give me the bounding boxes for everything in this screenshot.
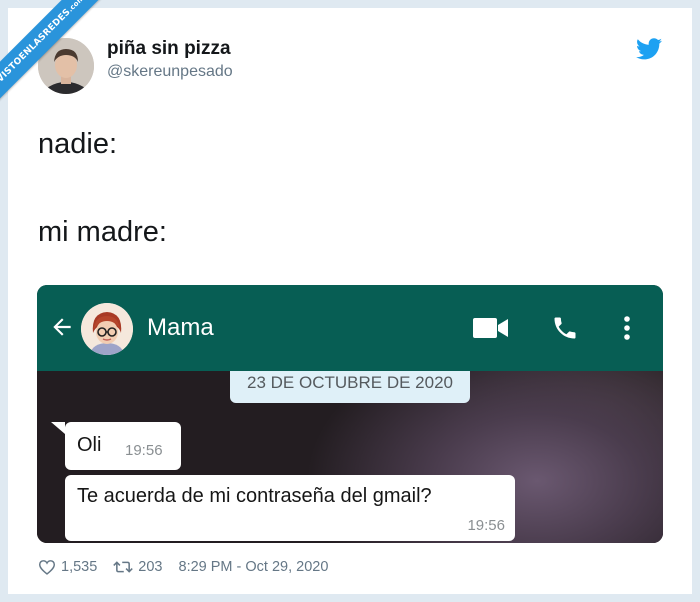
twitter-bird-icon[interactable] xyxy=(636,38,662,60)
contact-avatar xyxy=(81,303,133,355)
retweet-icon xyxy=(113,561,134,573)
back-arrow-icon xyxy=(53,318,71,336)
message-text: Te acuerda de mi contraseña del gmail? xyxy=(77,485,432,507)
date-chip: 23 DE OCTUBRE DE 2020 xyxy=(230,371,470,403)
whatsapp-header: Mama xyxy=(37,285,663,371)
tweet-timestamp[interactable]: 8:29 PM - Oct 29, 2020 xyxy=(179,559,329,575)
message-bubble: Oli 19:56 xyxy=(65,422,181,470)
message-time: 19:56 xyxy=(467,517,505,534)
tweet-text-line-1: nadie: xyxy=(38,128,118,160)
like-count: 1,535 xyxy=(61,559,98,575)
watermark-suffix: .com xyxy=(66,0,87,14)
contact-name: Mama xyxy=(147,314,214,341)
retweet-action[interactable]: 203 xyxy=(113,559,163,575)
heart-icon xyxy=(38,560,56,575)
watermark-text: VISTOENLASREDES xyxy=(0,7,73,85)
message-time: 19:56 xyxy=(125,442,163,459)
video-call-icon xyxy=(473,318,508,338)
tweet-footer: 1,535 203 8:29 PM - Oct 29, 2020 xyxy=(38,556,328,578)
bubble-tail xyxy=(51,422,65,434)
more-options-icon xyxy=(624,316,630,340)
display-name[interactable]: piña sin pizza xyxy=(107,38,231,60)
phone-call-icon xyxy=(554,317,576,339)
handle[interactable]: @skereunpesado xyxy=(107,63,233,81)
watermark: VISTOENLASREDES.com xyxy=(0,0,120,120)
message-text: Oli xyxy=(77,434,102,456)
like-action[interactable]: 1,535 xyxy=(38,559,97,575)
tweet-text-line-2: mi madre: xyxy=(38,216,167,248)
retweet-count: 203 xyxy=(138,559,163,575)
tweet-media[interactable]: Mama 23 DE OCTUBRE DE 2020 Oli 19:56 Te … xyxy=(37,285,663,543)
message-bubble: Te acuerda de mi contraseña del gmail? 1… xyxy=(65,475,515,541)
